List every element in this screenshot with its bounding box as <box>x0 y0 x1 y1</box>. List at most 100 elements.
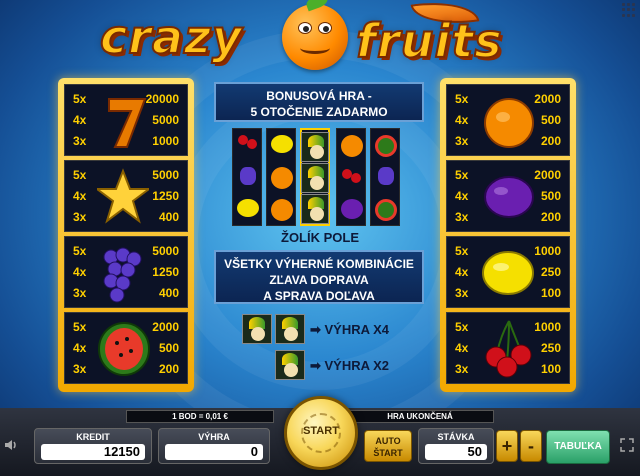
bonus-title: BONUSOVÁ HRA - <box>266 89 372 103</box>
payout-value: 2000 <box>152 320 179 334</box>
joker-field-label: ŽOLÍK POLE <box>281 230 359 245</box>
credit-field: KREDIT 12150 <box>34 428 152 464</box>
orange-icon <box>484 98 534 148</box>
multiplier-label: 5x <box>455 168 469 182</box>
bet-label: STÁVKA <box>437 432 475 442</box>
orange-icon <box>271 199 293 221</box>
paytable-cell-grapes: 5x 4x 3x 5000 1250 400 <box>64 236 188 308</box>
paytable-left: 5x 4x 3x 20000 5000 1000 5x 4x 3x 5000 1… <box>58 78 194 392</box>
payout-value: 1000 <box>534 320 561 334</box>
payout-value: 500 <box>540 113 561 127</box>
orange-icon <box>271 167 293 189</box>
payout-value: 200 <box>540 134 561 148</box>
win-value: 0 <box>165 444 263 460</box>
multiplier-label: 4x <box>73 189 87 203</box>
start-button[interactable]: START <box>284 396 358 470</box>
payout-value: 5000 <box>152 168 179 182</box>
bonus-info-box: BONUSOVÁ HRA - 5 OTOČENIE ZADARMO <box>214 82 424 122</box>
payout-value: 2000 <box>534 168 561 182</box>
credit-label: KREDIT <box>76 432 110 442</box>
reel-5 <box>370 128 400 226</box>
multiplier-label: 4x <box>73 265 87 279</box>
payout-value: 200 <box>540 210 561 224</box>
payout-value: 20000 <box>145 92 179 106</box>
multiplier-label: 3x <box>455 210 469 224</box>
bet-minus-button[interactable]: - <box>520 430 542 462</box>
bet-value: 50 <box>425 444 487 460</box>
payout-value: 100 <box>540 286 561 300</box>
multiplier-label: 4x <box>455 341 469 355</box>
paytable-right: 5x 4x 3x 2000 500 200 5x 4x 3x 2000 500 … <box>440 78 576 392</box>
payout-value: 1250 <box>152 265 179 279</box>
lemon-icon <box>237 199 259 217</box>
joker-field-reels <box>232 128 404 226</box>
joker-icon <box>242 314 272 344</box>
bet-plus-button[interactable]: + <box>496 430 518 462</box>
autostart-label: ŠTART <box>373 448 403 458</box>
fullscreen-icon[interactable] <box>620 438 634 452</box>
multiplier-label: 3x <box>455 286 469 300</box>
paytable-button[interactable]: TABUĽKA <box>546 430 610 464</box>
watermelon-icon <box>375 135 397 157</box>
paytable-cell-cherries: 5x 4x 3x 1000 250 100 <box>446 312 570 384</box>
credit-value: 12150 <box>41 444 145 460</box>
combos-line: ZĽAVA DOPRAVA <box>269 273 369 287</box>
combos-line: VŠETKY VÝHERNÉ KOMBINÁCIE <box>224 257 414 271</box>
watermelon-icon <box>375 199 397 221</box>
start-label: START <box>303 425 339 437</box>
paytable-cell-lemon: 5x 4x 3x 1000 250 100 <box>446 236 570 308</box>
payout-value: 5000 <box>152 244 179 258</box>
multiplier-label: 5x <box>455 244 469 258</box>
autostart-button[interactable]: AUTO ŠTART <box>364 430 412 462</box>
multiplier-label: 3x <box>73 362 87 376</box>
paytable-cell-orange: 5x 4x 3x 2000 500 200 <box>446 84 570 156</box>
multiplier-label: 3x <box>73 210 87 224</box>
multiplier-label: 4x <box>455 189 469 203</box>
multiplier-label: 3x <box>73 134 87 148</box>
win-x2-label: ➡ VÝHRA X2 <box>310 358 390 373</box>
reel-2 <box>266 128 296 226</box>
payout-value: 1000 <box>534 244 561 258</box>
cherries-icon <box>485 320 532 378</box>
win-field: VÝHRA 0 <box>158 428 270 464</box>
payout-value: 250 <box>540 265 561 279</box>
multiplier-label: 5x <box>455 92 469 106</box>
point-value-strip: 1 BOD = 0,01 € <box>126 410 274 423</box>
cherries-icon <box>351 173 361 183</box>
combinations-info-box: VŠETKY VÝHERNÉ KOMBINÁCIE ZĽAVA DOPRAVA … <box>214 250 424 304</box>
payout-value: 100 <box>540 362 561 376</box>
payout-value: 1250 <box>152 189 179 203</box>
payout-value: 200 <box>158 362 179 376</box>
joker-icon <box>301 194 329 224</box>
multiplier-label: 4x <box>455 265 469 279</box>
payout-value: 500 <box>158 341 179 355</box>
combos-line: A SPRAVA DOĽAVA <box>263 289 375 303</box>
game-logo: crazy fruits <box>99 0 540 72</box>
payout-value: 250 <box>540 341 561 355</box>
multiplier-label: 5x <box>73 168 87 182</box>
autostart-label: AUTO <box>375 436 401 446</box>
seven-icon <box>108 98 147 148</box>
game-status-strip: HRA UKONČENÁ <box>346 410 494 423</box>
cherries-icon <box>247 139 257 149</box>
orange-mascot-icon <box>282 0 348 70</box>
reel-3-joker <box>300 128 330 226</box>
speaker-icon[interactable] <box>4 438 18 452</box>
menu-grid-icon[interactable] <box>622 3 636 17</box>
plum-icon <box>341 199 363 219</box>
orange-icon <box>341 135 363 157</box>
joker-icon <box>275 314 305 344</box>
payout-value: 2000 <box>534 92 561 106</box>
multiplier-label: 4x <box>73 341 87 355</box>
multiplier-label: 3x <box>455 134 469 148</box>
multiplier-label: 5x <box>73 320 87 334</box>
lemon-icon <box>482 251 534 295</box>
joker-icon <box>301 163 329 193</box>
bonus-subtitle: 5 OTOČENIE ZADARMO <box>250 105 388 119</box>
paytable-cell-watermelon: 5x 4x 3x 2000 500 200 <box>64 312 188 384</box>
payout-value: 5000 <box>152 113 179 127</box>
payout-value: 400 <box>158 286 179 300</box>
payout-value: 1000 <box>152 134 179 148</box>
logo-word-fruits: fruits <box>355 13 503 69</box>
paytable-cell-plum: 5x 4x 3x 2000 500 200 <box>446 160 570 232</box>
